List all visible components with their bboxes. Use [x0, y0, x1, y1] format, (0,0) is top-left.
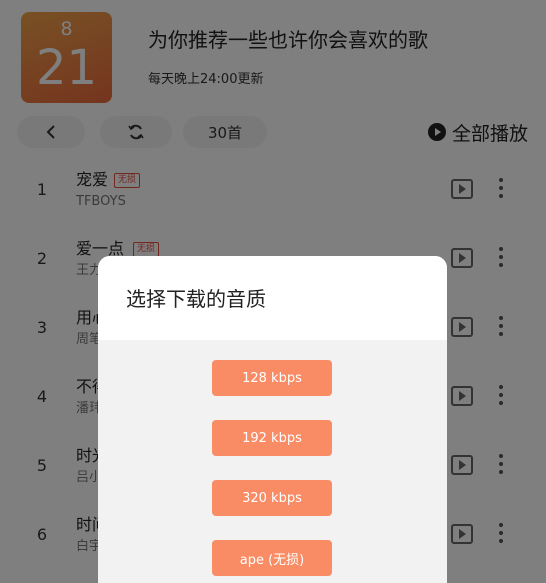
download-quality-dialog: 选择下载的音质 128 kbps 192 kbps 320 kbps ape (… — [98, 256, 447, 583]
quality-option-320[interactable]: 320 kbps — [212, 480, 332, 516]
dialog-title: 选择下载的音质 — [126, 287, 266, 311]
quality-option-ape[interactable]: ape (无损) — [212, 540, 332, 576]
quality-option-128[interactable]: 128 kbps — [212, 360, 332, 396]
dialog-header: 选择下载的音质 — [98, 256, 447, 340]
quality-option-192[interactable]: 192 kbps — [212, 420, 332, 456]
